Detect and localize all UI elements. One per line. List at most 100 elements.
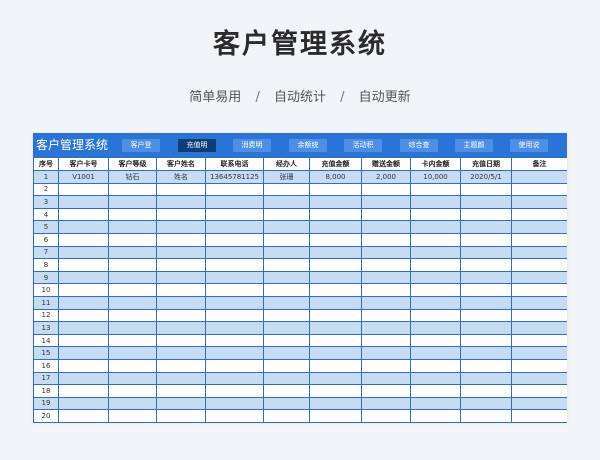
balance-stats-button[interactable]: 余额统 xyxy=(289,139,327,152)
table-cell[interactable] xyxy=(263,346,310,360)
table-cell[interactable]: 11 xyxy=(33,295,59,310)
table-cell[interactable] xyxy=(361,232,411,247)
table-cell[interactable] xyxy=(263,258,310,272)
table-cell[interactable] xyxy=(410,396,461,411)
table-cell[interactable] xyxy=(410,245,461,260)
table-cell[interactable] xyxy=(309,396,362,411)
table-cell[interactable] xyxy=(58,321,109,335)
table-cell[interactable] xyxy=(410,295,461,310)
table-cell[interactable] xyxy=(309,195,362,209)
table-cell[interactable] xyxy=(511,384,567,398)
table-cell[interactable]: 1 xyxy=(33,170,59,184)
table-cell[interactable] xyxy=(108,321,157,335)
table-cell[interactable] xyxy=(156,232,206,247)
table-cell[interactable] xyxy=(511,308,567,323)
table-cell[interactable] xyxy=(511,207,567,222)
table-cell[interactable] xyxy=(156,283,206,297)
table-cell[interactable] xyxy=(460,333,512,348)
table-cell[interactable]: 7 xyxy=(33,245,59,260)
table-cell[interactable] xyxy=(205,409,264,423)
table-cell[interactable] xyxy=(361,283,411,297)
table-cell[interactable] xyxy=(361,409,411,423)
table-cell[interactable] xyxy=(460,232,512,247)
activity-points-button[interactable]: 活动积 xyxy=(344,139,382,152)
table-cell[interactable] xyxy=(108,358,157,373)
table-cell[interactable] xyxy=(156,270,206,285)
table-cell[interactable] xyxy=(460,358,512,373)
table-cell[interactable]: 15 xyxy=(33,346,59,360)
table-cell[interactable] xyxy=(309,270,362,285)
table-cell[interactable] xyxy=(156,245,206,260)
column-header[interactable]: 备注 xyxy=(511,157,567,171)
table-cell[interactable] xyxy=(263,207,310,222)
table-cell[interactable] xyxy=(309,245,362,260)
table-cell[interactable] xyxy=(309,258,362,272)
table-cell[interactable] xyxy=(33,421,59,423)
table-cell[interactable] xyxy=(58,346,109,360)
table-cell[interactable]: 14 xyxy=(33,333,59,348)
table-cell[interactable] xyxy=(108,346,157,360)
table-cell[interactable] xyxy=(156,396,206,411)
table-cell[interactable] xyxy=(361,258,411,272)
table-cell[interactable] xyxy=(410,283,461,297)
table-cell[interactable] xyxy=(361,182,411,197)
table-cell[interactable]: 姓名 xyxy=(156,170,206,184)
table-cell[interactable] xyxy=(108,308,157,323)
table-cell[interactable] xyxy=(58,245,109,260)
table-cell[interactable] xyxy=(108,371,157,386)
table-cell[interactable] xyxy=(361,371,411,386)
table-cell[interactable] xyxy=(58,232,109,247)
table-cell[interactable] xyxy=(263,421,310,423)
table-cell[interactable] xyxy=(309,333,362,348)
table-cell[interactable] xyxy=(205,333,264,348)
table-cell[interactable] xyxy=(58,195,109,209)
table-cell[interactable] xyxy=(511,409,567,423)
table-cell[interactable] xyxy=(309,220,362,234)
table-cell[interactable]: 17 xyxy=(33,371,59,386)
column-header[interactable]: 充值金额 xyxy=(309,157,362,171)
table-cell[interactable] xyxy=(156,333,206,348)
table-cell[interactable] xyxy=(460,308,512,323)
table-cell[interactable] xyxy=(205,283,264,297)
table-cell[interactable] xyxy=(108,283,157,297)
table-cell[interactable] xyxy=(156,195,206,209)
table-cell[interactable] xyxy=(460,396,512,411)
table-cell[interactable] xyxy=(511,283,567,297)
table-cell[interactable] xyxy=(309,283,362,297)
table-cell[interactable] xyxy=(361,321,411,335)
table-cell[interactable] xyxy=(263,333,310,348)
table-cell[interactable] xyxy=(511,321,567,335)
table-cell[interactable]: 20 xyxy=(33,409,59,423)
table-cell[interactable] xyxy=(108,195,157,209)
table-cell[interactable]: 16 xyxy=(33,358,59,373)
table-cell[interactable]: 张珊 xyxy=(263,170,310,184)
table-cell[interactable] xyxy=(410,321,461,335)
table-cell[interactable]: 2020/5/1 xyxy=(460,170,512,184)
table-cell[interactable] xyxy=(263,195,310,209)
table-cell[interactable]: 2,000 xyxy=(361,170,411,184)
table-cell[interactable] xyxy=(361,195,411,209)
table-cell[interactable] xyxy=(205,232,264,247)
table-cell[interactable] xyxy=(205,220,264,234)
table-cell[interactable] xyxy=(309,308,362,323)
table-cell[interactable] xyxy=(205,396,264,411)
table-cell[interactable]: 8 xyxy=(33,258,59,272)
combined-query-button[interactable]: 综合查 xyxy=(400,139,438,152)
table-cell[interactable] xyxy=(263,409,310,423)
table-cell[interactable] xyxy=(263,321,310,335)
table-cell[interactable]: 8,000 xyxy=(309,170,362,184)
table-cell[interactable] xyxy=(108,245,157,260)
table-cell[interactable] xyxy=(108,220,157,234)
table-cell[interactable] xyxy=(58,308,109,323)
table-cell[interactable] xyxy=(58,384,109,398)
table-cell[interactable] xyxy=(156,220,206,234)
table-cell[interactable]: 10 xyxy=(33,283,59,297)
table-cell[interactable] xyxy=(205,421,264,423)
table-cell[interactable] xyxy=(108,182,157,197)
table-cell[interactable] xyxy=(460,371,512,386)
table-cell[interactable] xyxy=(58,371,109,386)
table-cell[interactable] xyxy=(156,421,206,423)
table-cell[interactable] xyxy=(108,384,157,398)
table-cell[interactable] xyxy=(58,333,109,348)
table-cell[interactable] xyxy=(361,295,411,310)
